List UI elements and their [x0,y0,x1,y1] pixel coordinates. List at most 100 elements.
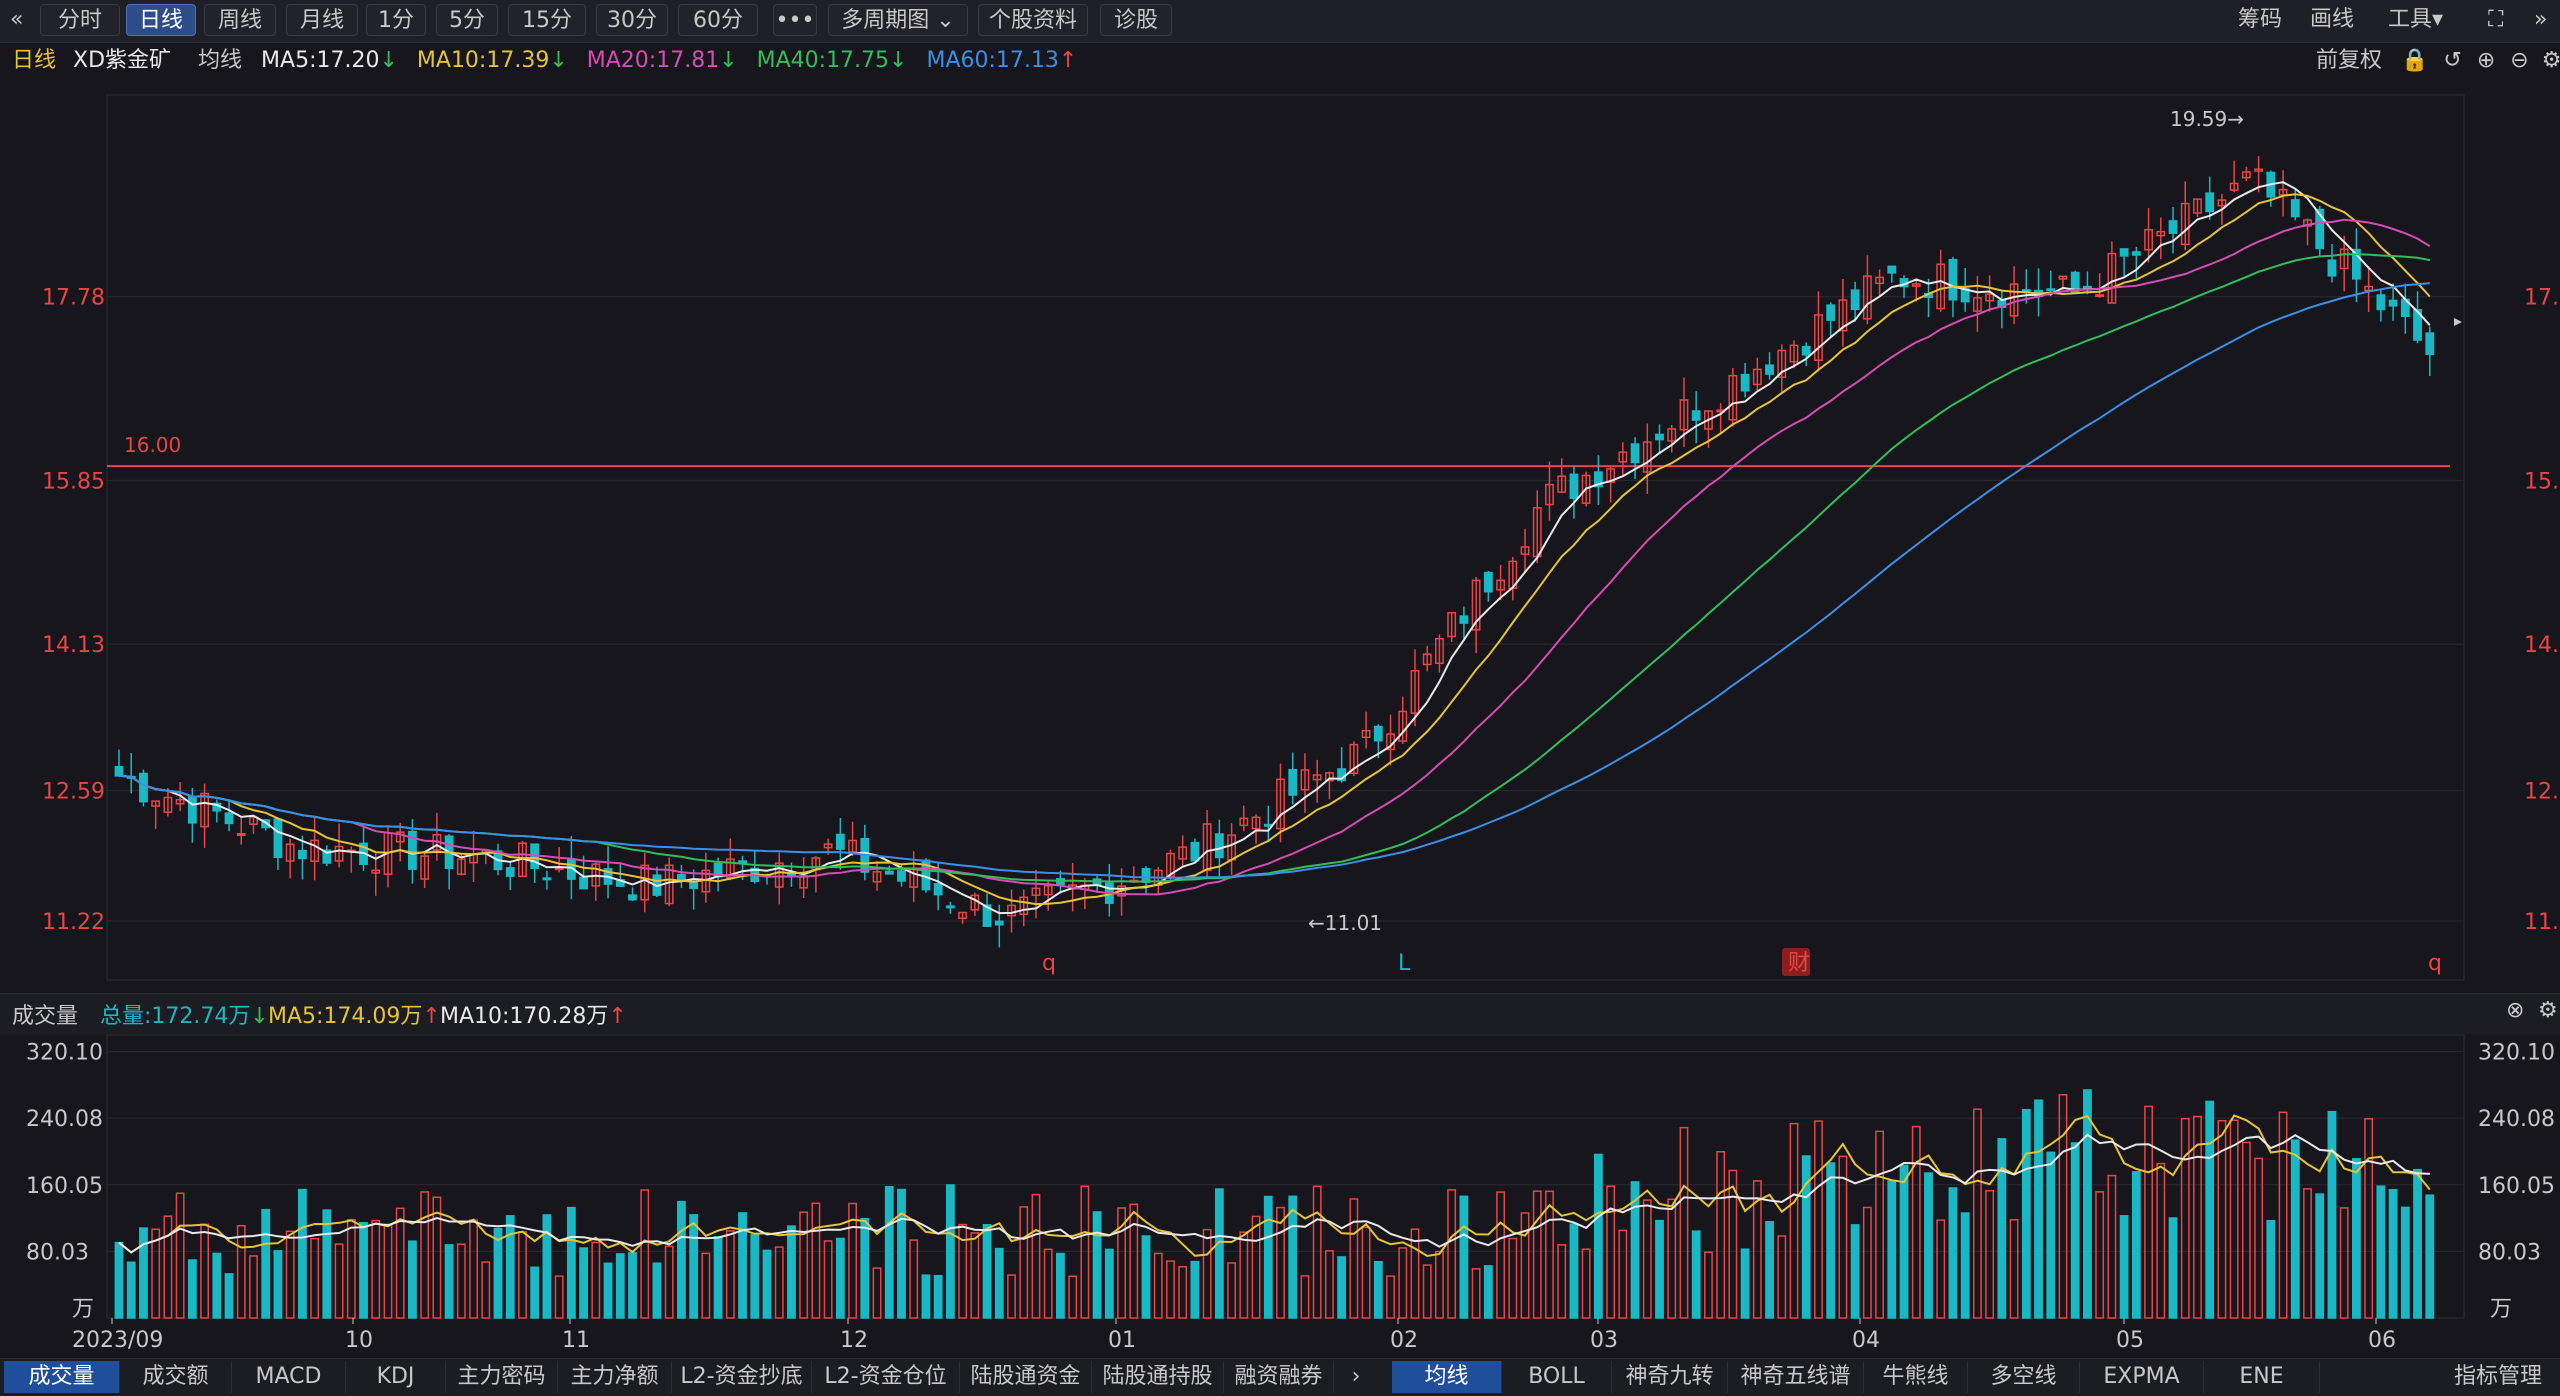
candle-body [212,802,222,812]
lock-icon[interactable]: 🔒 [2401,48,2428,73]
multi-period-dropdown[interactable]: 多周期图 ⌄ [828,4,968,36]
volume-bar [1239,1231,1249,1319]
candle-body [2107,252,2117,304]
tab-right-4[interactable]: 牛熊线 [1864,1361,1968,1393]
candle-body [2290,199,2300,218]
tab-right-5[interactable]: 多空线 [1968,1361,2080,1393]
zoom-out-icon[interactable]: ⊖ [2510,48,2528,73]
volume-bar [322,1209,332,1319]
volume-bar [945,1184,955,1319]
tab-left-10[interactable]: 融资融券 [1224,1361,1334,1393]
tab-left-5[interactable]: 主力净额 [558,1361,672,1393]
candle-body [1019,896,1029,915]
candle-body [1960,288,1970,303]
volume-bar [2364,1118,2374,1319]
gear-icon[interactable]: ⚙ [2542,48,2560,73]
tab-right-1[interactable]: BOLL [1502,1361,1612,1393]
date-axis-label: 11 [562,1328,590,1353]
volume-axis-label-right: 240.08 [2478,1107,2555,1132]
candle-body [750,867,760,882]
volume-axis-label-right: 80.03 [2478,1240,2541,1265]
volume-axis-label-left: 160.05 [26,1174,103,1199]
tab-left-4[interactable]: 主力密码 [446,1361,558,1393]
indicator-name[interactable]: 均线 [198,48,242,73]
draw-button[interactable]: 画线 [2310,4,2354,36]
volume-axis-label-left: 80.03 [26,1240,89,1265]
volume-bar [1068,1275,1078,1319]
volume-bar [2351,1158,2361,1319]
tools-button[interactable]: 工具▾ [2388,4,2443,36]
period-button-5[interactable]: 5分 [436,4,498,36]
more-button[interactable]: ••• [773,4,817,36]
volume-bar [982,1224,992,1319]
candle-body [1337,768,1347,782]
period-button-7[interactable]: 30分 [596,4,668,36]
volume-bar [1300,1275,1310,1319]
collapse-icon[interactable]: » [2534,4,2547,36]
tab-left-3[interactable]: KDJ [346,1361,446,1393]
tab-right-0[interactable]: 均线 [1392,1361,1502,1393]
fullscreen-icon[interactable]: ⛶ [2488,4,2503,36]
candle-body [1716,409,1726,413]
volume-bar [1740,1248,1750,1319]
candle-body [469,853,478,864]
price-axis-label-left: 14.13 [42,633,105,658]
undo-icon[interactable]: ↺ [2443,48,2461,73]
volume-bar [1520,1212,1530,1319]
period-button-1[interactable]: 日线 [126,4,196,36]
tab-right-7[interactable]: ENE [2204,1361,2320,1393]
tab-right-2[interactable]: 神奇九转 [1612,1361,1728,1393]
period-button-6[interactable]: 15分 [508,4,586,36]
candle-body [1850,289,1860,311]
ma60-line [118,282,2430,879]
period-button-0[interactable]: 分时 [40,4,120,36]
diagnose-button[interactable]: 诊股 [1100,4,1172,36]
volume-bar [921,1274,931,1319]
kline-chart[interactable]: 17.78 17.78 15.85 15.85 14.13 14.13 12.59 12.59… [0,0,2560,1395]
volume-bar [1483,1265,1493,1319]
period-button-4[interactable]: 1分 [366,4,426,36]
candle-body [2327,259,2337,277]
stock-info-button[interactable]: 个股资料 [978,4,1088,36]
volume-bar [420,1191,430,1319]
period-button-2[interactable]: 周线 [204,4,276,36]
tab-left-0[interactable]: 成交量 [4,1361,120,1393]
candle-body [591,863,601,887]
zoom-in-icon[interactable]: ⊕ [2477,48,2495,73]
back-icon[interactable]: « [10,4,23,36]
adjust-label[interactable]: 前复权 [2316,48,2382,73]
volume-bar [1141,1235,1151,1319]
tab-left-1[interactable]: 成交额 [120,1361,232,1393]
volume-bar [2083,1089,2092,1319]
tab-left-6[interactable]: L2-资金抄底 [672,1361,812,1393]
candle-body [505,867,515,877]
gear-icon[interactable]: ⚙ [2538,998,2558,1023]
volume-bar [542,1214,552,1319]
volume-bar [774,1246,784,1319]
volume-bar [334,1243,344,1319]
volume-bar [1569,1223,1579,1319]
tab-right-3[interactable]: 神奇五线谱 [1728,1361,1864,1393]
chevron-right-icon[interactable]: › [1342,1361,1370,1393]
vol-ma10-line [118,1133,2430,1254]
stock-name[interactable]: XD紫金矿 [73,48,171,73]
tab-left-8[interactable]: 陆股通资金 [960,1361,1092,1393]
chips-button[interactable]: 筹码 [2238,4,2282,36]
period-button-8[interactable]: 60分 [678,4,758,36]
indicator-manage-button[interactable]: 指标管理 [2438,1361,2558,1393]
tab-left-2[interactable]: MACD [232,1361,346,1393]
close-icon[interactable]: ⊗ [2506,998,2524,1023]
volume-bar [212,1252,222,1319]
candle-body [395,831,405,843]
tab-left-7[interactable]: L2-资金仓位 [812,1361,960,1393]
volume-bar [2388,1188,2398,1319]
volume-bar [2254,1157,2264,1319]
candle-body [1117,885,1126,897]
current-price-pointer [2454,318,2462,326]
volume-bar [444,1244,454,1319]
volume-bar [1765,1220,1774,1319]
tab-right-6[interactable]: EXPMA [2080,1361,2204,1393]
period-button-3[interactable]: 月线 [286,4,358,36]
tab-left-9[interactable]: 陆股通持股 [1092,1361,1224,1393]
volume-bar [1691,1230,1701,1319]
